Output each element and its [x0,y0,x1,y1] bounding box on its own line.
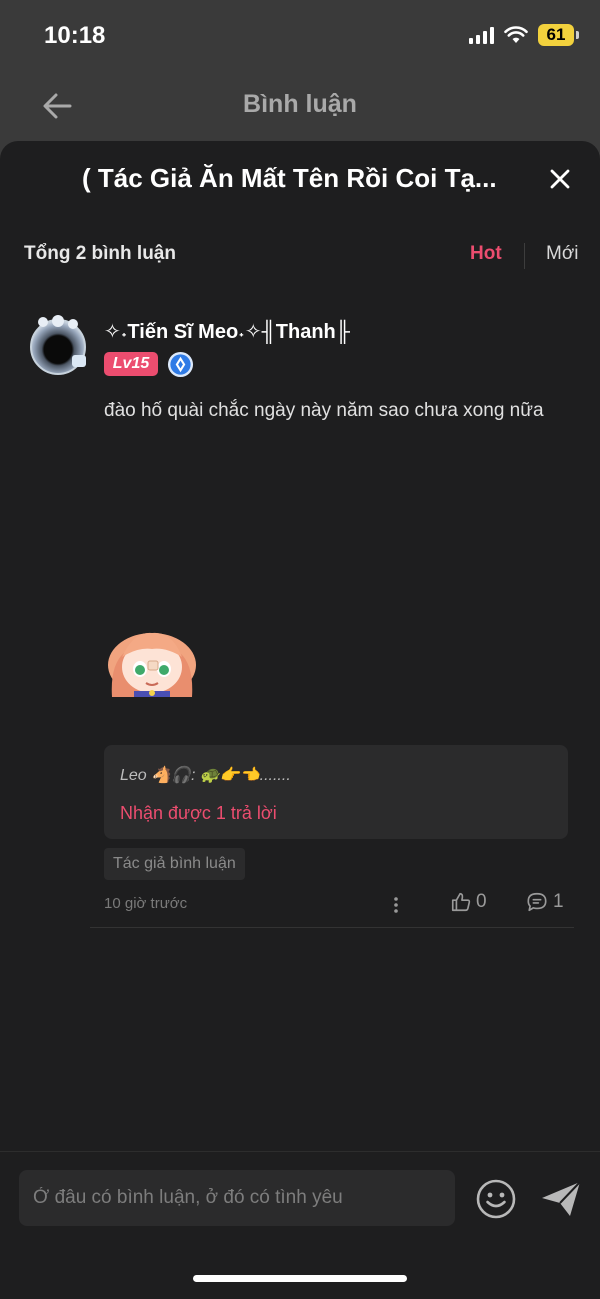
status-icons: 61 [469,24,579,46]
comment-bubble-icon [527,892,547,912]
battery-indicator: 61 [538,24,579,46]
verified-badge-icon [167,351,194,378]
reply-preview-text: Leo 🐴🎧: 🐢👉👈....... [120,767,291,784]
reply-button[interactable]: 1 [526,891,564,913]
sheet-title: ( Tác Giả Ăn Mất Tên Rồi Coi Tạ... [82,163,497,193]
author-comment-tag: Tác giả bình luận [104,848,245,880]
sort-tab-hot[interactable]: Hot [470,243,502,265]
close-icon[interactable] [548,167,572,191]
comment-text: đào hố quài chắc ngày này năm sao chưa x… [104,400,544,421]
reply-count-link[interactable]: Nhận được 1 trả lời [120,803,277,824]
sort-divider [524,243,525,269]
avatar[interactable] [30,315,86,375]
comments-sheet: ( Tác Giả Ăn Mất Tên Rồi Coi Tạ... Tổng … [0,141,600,1299]
comment-timestamp: 10 giờ trước [104,895,188,912]
page-title: Bình luận [243,90,357,118]
comment-meta-row: 10 giờ trước 0 1 [0,889,600,921]
level-badge: Lv15 [104,352,158,376]
comment-divider [90,927,574,928]
anime-girl-sticker [108,632,196,697]
like-button[interactable]: 0 [450,891,487,913]
cellular-signal-icon [469,26,494,44]
comment-input-bar [0,1152,600,1252]
reply-count: 1 [553,891,564,912]
comment-input[interactable] [19,1170,455,1226]
home-indicator [193,1275,407,1282]
status-time: 10:18 [44,22,106,49]
sort-row: Tổng 2 bình luận Hot Mới [0,241,600,271]
status-bar: 10:18 61 [0,0,600,74]
sheet-header: ( Tác Giả Ăn Mất Tên Rồi Coi Tạ... [0,141,600,221]
reply-preview-box[interactable]: Leo 🐴🎧: 🐢👉👈....... Nhận được 1 trả lời [104,745,568,839]
thumbs-up-icon [451,892,471,912]
total-comments-count: Tổng 2 bình luận [24,243,176,264]
send-icon[interactable] [540,1178,582,1220]
comment-item: ✧˖Tiến Sĩ Meo˖✧╢Thanh╟ Lv15 đào hố quài … [0,315,600,928]
more-vertical-icon[interactable] [388,893,404,917]
nav-bar: Bình luận [0,74,600,140]
smiley-icon[interactable] [475,1178,517,1220]
sort-tab-new[interactable]: Mới [546,243,579,265]
wifi-icon [504,26,528,43]
like-count: 0 [476,891,487,912]
comment-username[interactable]: ✧˖Tiến Sĩ Meo˖✧╢Thanh╟ [104,319,350,344]
